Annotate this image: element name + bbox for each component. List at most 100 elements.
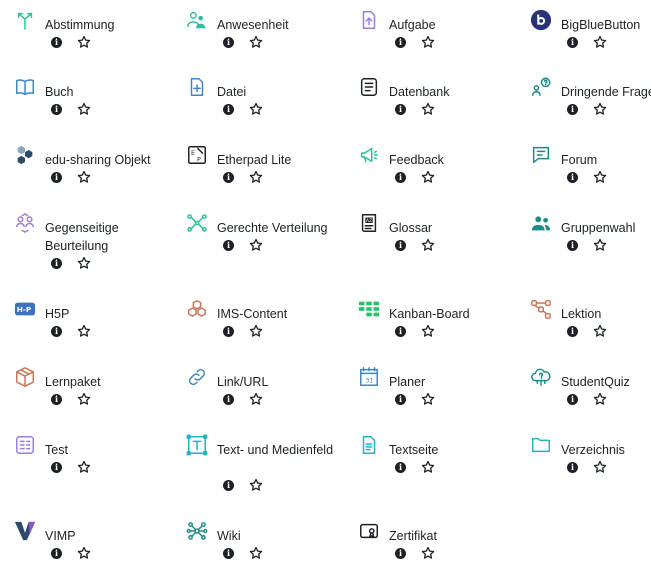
activity-name[interactable]: Buch: [45, 83, 179, 101]
text-media-icon[interactable]: [185, 433, 209, 457]
activity-name[interactable]: StudentQuiz: [561, 373, 651, 391]
star-icon[interactable]: [593, 460, 607, 474]
info-icon[interactable]: i: [567, 103, 578, 115]
activity-name[interactable]: Test: [45, 441, 179, 459]
activity-name[interactable]: VIMP: [45, 527, 179, 545]
choice-icon[interactable]: [13, 8, 37, 32]
activity-name[interactable]: Gruppenwahl: [561, 219, 651, 237]
info-icon[interactable]: i: [223, 171, 234, 183]
workshop-icon[interactable]: [13, 211, 37, 235]
star-icon[interactable]: [249, 546, 263, 560]
activity-name[interactable]: Datenbank: [389, 83, 523, 101]
activity-name[interactable]: Gerechte Verteilung: [217, 219, 351, 237]
star-icon[interactable]: [77, 546, 91, 560]
etherpad-icon[interactable]: EP: [185, 143, 209, 167]
info-icon[interactable]: i: [567, 171, 578, 183]
book-icon[interactable]: [13, 75, 37, 99]
assignment-icon[interactable]: [357, 8, 381, 32]
page-icon[interactable]: [357, 433, 381, 457]
activity-name[interactable]: Datei: [217, 83, 351, 101]
info-icon[interactable]: i: [51, 325, 62, 337]
activity-name[interactable]: Link/URL: [217, 373, 351, 391]
info-icon[interactable]: i: [51, 547, 62, 559]
activity-name[interactable]: Lernpaket: [45, 373, 179, 391]
info-icon[interactable]: i: [51, 36, 62, 48]
info-icon[interactable]: i: [223, 393, 234, 405]
certificate-icon[interactable]: [357, 519, 381, 543]
star-icon[interactable]: [421, 238, 435, 252]
star-icon[interactable]: [593, 102, 607, 116]
activity-name[interactable]: Aufgabe: [389, 16, 523, 34]
info-icon[interactable]: i: [223, 325, 234, 337]
glossary-icon[interactable]: AZ: [357, 211, 381, 235]
info-icon[interactable]: i: [223, 479, 234, 491]
info-icon[interactable]: i: [223, 103, 234, 115]
activity-name[interactable]: Text- und Medienfeld: [217, 441, 351, 459]
wiki-icon[interactable]: [185, 519, 209, 543]
activity-name[interactable]: Kanban-Board: [389, 305, 523, 323]
info-icon[interactable]: i: [395, 36, 406, 48]
activity-name[interactable]: Textseite: [389, 441, 523, 459]
planner-icon[interactable]: 31: [357, 365, 381, 389]
info-icon[interactable]: i: [395, 239, 406, 251]
ratingallocate-icon[interactable]: [185, 211, 209, 235]
studentquiz-icon[interactable]: [529, 365, 553, 389]
star-icon[interactable]: [249, 392, 263, 406]
info-icon[interactable]: i: [395, 325, 406, 337]
star-icon[interactable]: [593, 35, 607, 49]
kanban-icon[interactable]: [357, 297, 381, 321]
activity-name[interactable]: Planer: [389, 373, 523, 391]
star-icon[interactable]: [249, 478, 263, 492]
activity-name[interactable]: IMS-Content: [217, 305, 351, 323]
star-icon[interactable]: [593, 238, 607, 252]
activity-name[interactable]: Feedback: [389, 151, 523, 169]
star-icon[interactable]: [421, 324, 435, 338]
star-icon[interactable]: [77, 102, 91, 116]
info-icon[interactable]: i: [223, 547, 234, 559]
star-icon[interactable]: [593, 324, 607, 338]
info-icon[interactable]: i: [223, 239, 234, 251]
activity-name[interactable]: Etherpad Lite: [217, 151, 351, 169]
activity-name[interactable]: Zertifikat: [389, 527, 523, 545]
activity-name[interactable]: Wiki: [217, 527, 351, 545]
info-icon[interactable]: i: [395, 461, 406, 473]
activity-name[interactable]: Forum: [561, 151, 651, 169]
info-icon[interactable]: i: [567, 239, 578, 251]
bigbluebutton-icon[interactable]: [529, 8, 553, 32]
activity-name[interactable]: Anwesenheit: [217, 16, 351, 34]
star-icon[interactable]: [421, 35, 435, 49]
star-icon[interactable]: [421, 392, 435, 406]
lesson-icon[interactable]: [529, 297, 553, 321]
star-icon[interactable]: [77, 170, 91, 184]
group-choice-icon[interactable]: [529, 211, 553, 235]
star-icon[interactable]: [249, 102, 263, 116]
star-icon[interactable]: [249, 35, 263, 49]
h5p-icon[interactable]: H-P: [13, 297, 37, 321]
activity-name[interactable]: Glossar: [389, 219, 523, 237]
star-icon[interactable]: [77, 324, 91, 338]
star-icon[interactable]: [77, 392, 91, 406]
info-icon[interactable]: i: [567, 461, 578, 473]
star-icon[interactable]: [421, 102, 435, 116]
forum-icon[interactable]: [529, 143, 553, 167]
star-icon[interactable]: [249, 170, 263, 184]
quiz-icon[interactable]: [13, 433, 37, 457]
urgent-question-icon[interactable]: [529, 75, 553, 99]
info-icon[interactable]: i: [223, 36, 234, 48]
database-icon[interactable]: [357, 75, 381, 99]
star-icon[interactable]: [77, 256, 91, 270]
edu-sharing-icon[interactable]: [13, 143, 37, 167]
activity-name[interactable]: Gegenseitige Beurteilung: [45, 219, 179, 255]
activity-name[interactable]: H5P: [45, 305, 179, 323]
info-icon[interactable]: i: [51, 257, 62, 269]
info-icon[interactable]: i: [567, 325, 578, 337]
star-icon[interactable]: [249, 324, 263, 338]
info-icon[interactable]: i: [567, 393, 578, 405]
star-icon[interactable]: [593, 392, 607, 406]
activity-name[interactable]: BigBlueButton: [561, 16, 651, 34]
info-icon[interactable]: i: [395, 547, 406, 559]
ims-content-icon[interactable]: [185, 297, 209, 321]
file-icon[interactable]: [185, 75, 209, 99]
info-icon[interactable]: i: [51, 103, 62, 115]
feedback-icon[interactable]: [357, 143, 381, 167]
